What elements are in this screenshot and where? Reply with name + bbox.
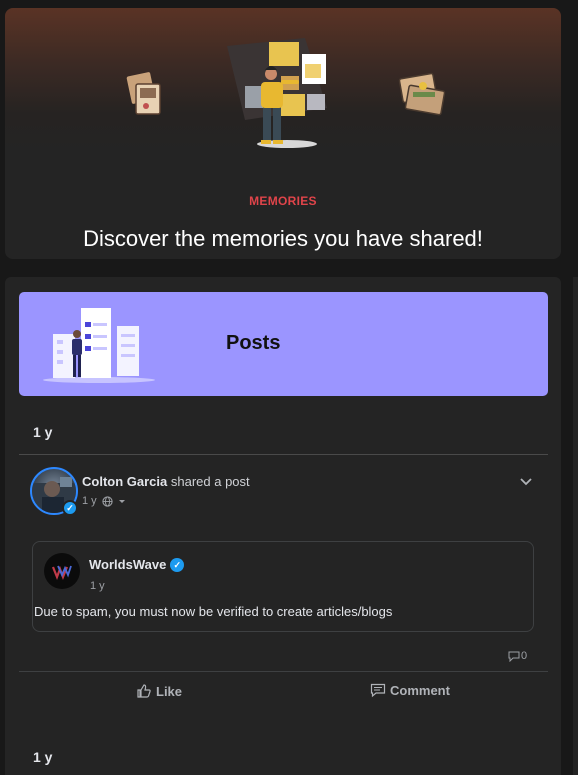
posts-illustration [43,308,155,383]
like-label: Like [156,683,183,699]
comment-label: Comment [390,683,450,698]
like-button[interactable]: Like [136,683,182,699]
photo-stack-icon-left [126,72,161,115]
shared-post-text: Due to spam, you must now be verified to… [34,604,393,619]
hero-kicker: MEMORIES [249,194,317,208]
page-name-text[interactable]: WorldsWave [89,557,166,572]
divider [19,454,548,455]
worldswave-logo-icon [51,565,72,581]
post-action-text: shared a post [170,474,250,489]
post-meta: 1 y [82,495,126,507]
shared-post-time[interactable]: 1 y [90,580,105,592]
page-avatar[interactable] [44,553,80,589]
comment-bubble-icon [508,651,520,662]
page-name[interactable]: WorldsWave ✓ [89,557,185,572]
post-header: Colton Garcia shared a post [82,474,250,489]
actions-divider [19,671,548,672]
photo-stack-icon-right [398,72,446,116]
posts-title: Posts [226,332,281,354]
posts-banner: Posts [19,292,548,396]
shared-post-card[interactable]: WorldsWave ✓ 1 y Due to spam, you must n… [32,541,534,632]
comment-count-value: 0 [521,650,528,662]
comment-count[interactable]: 0 [508,650,527,662]
globe-icon [102,495,113,507]
time-group-header: 1 y [33,749,53,765]
author-name[interactable]: Colton Garcia [82,474,167,489]
memories-hero: MEMORIES Discover the memories you have … [5,8,561,259]
chevron-down-icon[interactable] [518,473,534,489]
post-time[interactable]: 1 y [82,495,97,507]
verified-badge-icon: ✓ [62,500,78,516]
comment-icon [370,683,386,698]
memories-illustration [126,38,446,148]
hero-title: Discover the memories you have shared! [83,226,483,251]
time-group-header: 1 y [33,424,53,440]
posts-panel: Posts 1 y ✓ Colton Garcia shared a post … [5,277,561,775]
right-column-edge [573,277,578,775]
thumbs-up-icon [137,684,151,698]
verified-badge-icon: ✓ [170,557,185,572]
comment-button[interactable]: Comment [370,683,450,698]
privacy-dropdown-icon[interactable] [118,497,126,505]
